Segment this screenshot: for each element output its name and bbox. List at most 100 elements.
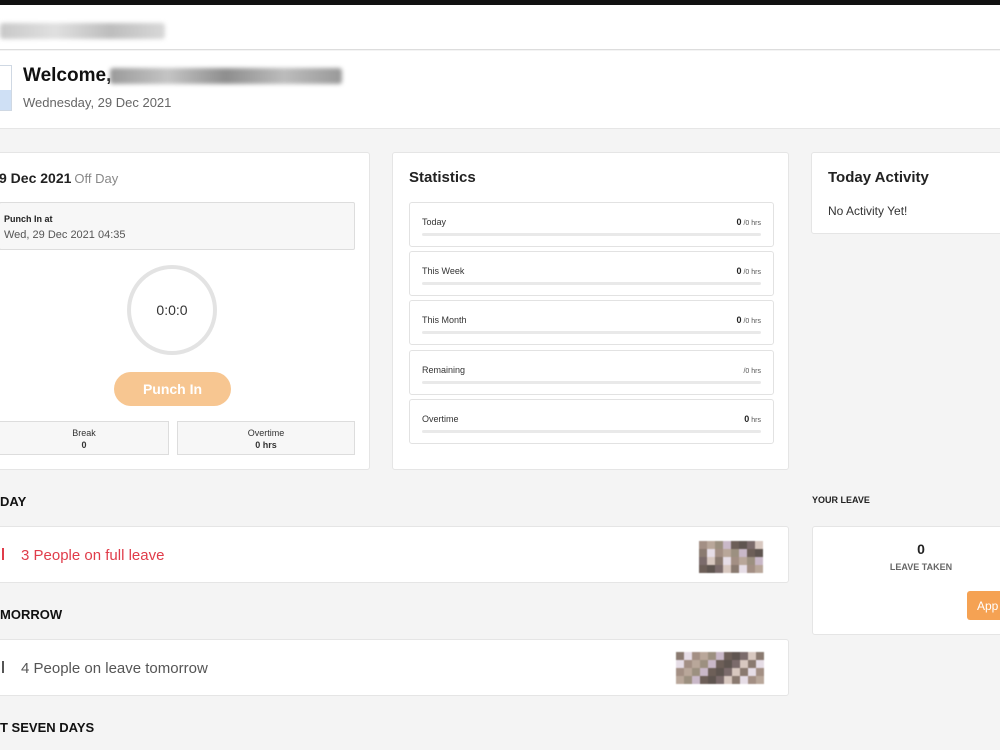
avatar-pixel (756, 652, 764, 660)
avatar-pixel (748, 660, 756, 668)
avatar-pixel (723, 557, 731, 565)
leave-card-tomorrow[interactable]: 4 People on leave tomorrow (0, 639, 789, 696)
stat-progress-bar (422, 430, 761, 433)
stat-label: Today (422, 217, 447, 227)
stat-unit: hrs (751, 417, 761, 424)
avatar-pixel (740, 652, 748, 660)
section-heading-today: DAY (0, 494, 27, 509)
stat-number: 0 (744, 414, 750, 424)
break-value: 0 (81, 440, 87, 450)
avatar-pixel (740, 668, 748, 676)
avatar-pixel (747, 557, 755, 565)
avatar-pixel (748, 652, 756, 660)
avatar-pixel (731, 565, 739, 573)
stat-value: 0/0 hrs (736, 266, 761, 276)
stat-row-week: This Week 0/0 hrs (409, 251, 774, 296)
statistics-card: Statistics Today 0/0 hrs This Week 0/0 h… (392, 152, 789, 470)
avatar-pixel (724, 652, 732, 660)
avatar-pixel (692, 652, 700, 660)
redacted-user-name (110, 68, 342, 84)
avatar-pixel (748, 676, 756, 684)
stat-label: This Week (422, 266, 465, 276)
avatar-pixel (715, 549, 723, 557)
section-heading-next-seven-days: T SEVEN DAYS (0, 720, 95, 735)
avatar-pixel (716, 652, 724, 660)
stat-unit: /0 hrs (743, 318, 761, 325)
overtime-box: Overtime 0 hrs (177, 421, 355, 455)
activity-title: Today Activity (828, 169, 929, 186)
stat-label: Remaining (422, 365, 466, 375)
punch-card: 9 Dec 2021 Off Day Punch In at Wed, 29 De… (0, 152, 370, 470)
avatar-pixel (723, 541, 731, 549)
leave-card-today[interactable]: 3 People on full leave (0, 526, 789, 583)
stat-unit: /0 hrs (743, 368, 761, 375)
avatar-pixel (708, 660, 716, 668)
avatar-pixel (756, 676, 764, 684)
avatar-pixel (684, 660, 692, 668)
stat-label: Overtime (422, 414, 459, 424)
avatar-pixel (684, 676, 692, 684)
statistics-title: Statistics (409, 169, 476, 186)
avatar-pixel (739, 557, 747, 565)
punch-in-info: Punch In at Wed, 29 Dec 2021 04:35 (0, 202, 355, 250)
avatar-pixel (724, 668, 732, 676)
avatar-pixel (684, 668, 692, 676)
punch-in-button[interactable]: Punch In (114, 372, 231, 406)
punch-date: 9 Dec 2021 Off Day (0, 170, 118, 186)
avatar-pixel (732, 652, 740, 660)
stat-number: 0 (736, 315, 742, 325)
avatar-pixel (748, 668, 756, 676)
avatar-pixel (739, 549, 747, 557)
avatar-pixel (715, 557, 723, 565)
calendar-icon (0, 548, 4, 560)
your-leave-card: 0 LEAVE TAKEN App (812, 526, 1000, 635)
avatar-pixel (692, 676, 700, 684)
avatar-pixel (707, 557, 715, 565)
stat-unit: /0 hrs (743, 269, 761, 276)
avatar-pixel (755, 557, 763, 565)
avatar-pixel (732, 660, 740, 668)
leave-today-text: 3 People on full leave (21, 547, 165, 564)
avatar-pixel (699, 549, 707, 557)
stat-value: 0/0 hrs (736, 315, 761, 325)
avatar-pixel (707, 541, 715, 549)
stat-value: 0 hrs (744, 414, 761, 424)
avatar-pixel (723, 565, 731, 573)
avatar-pixel (731, 557, 739, 565)
punch-in-label: Punch In at (4, 214, 53, 224)
break-label: Break (72, 428, 96, 438)
welcome-title: Welcome, (23, 65, 112, 86)
avatar-pixel (716, 676, 724, 684)
activity-empty-text: No Activity Yet! (828, 204, 908, 218)
avatar-pixel (676, 652, 684, 660)
stat-number: 0 (736, 266, 742, 276)
stat-row-today: Today 0/0 hrs (409, 202, 774, 247)
avatar-pixel (755, 565, 763, 573)
stat-unit: /0 hrs (743, 220, 761, 227)
welcome-date: Wednesday, 29 Dec 2021 (23, 95, 172, 110)
stat-number: 0 (736, 217, 742, 227)
avatar-pixel (708, 668, 716, 676)
break-box: Break 0 (0, 421, 169, 455)
avatar[interactable] (0, 65, 12, 111)
avatar-pixel (676, 676, 684, 684)
stat-value: /0 hrs (741, 365, 761, 375)
avatar-pixel (740, 676, 748, 684)
avatar-group[interactable] (676, 652, 764, 684)
avatar-pixel (715, 541, 723, 549)
avatar-pixel (699, 557, 707, 565)
avatar-group[interactable] (699, 541, 763, 573)
stat-progress-bar (422, 233, 761, 236)
avatar-pixel (692, 660, 700, 668)
address-bar[interactable] (0, 5, 1000, 50)
leave-taken-count: 0 (917, 541, 925, 557)
avatar-pixel (707, 549, 715, 557)
leave-tomorrow-text: 4 People on leave tomorrow (21, 660, 208, 677)
avatar-pixel (700, 668, 708, 676)
section-heading-tomorrow: MORROW (0, 607, 63, 622)
avatar-pixel (740, 660, 748, 668)
redacted-url (0, 23, 165, 39)
stat-row-remaining: Remaining /0 hrs (409, 350, 774, 395)
avatar-pixel (684, 652, 692, 660)
apply-leave-button[interactable]: App (967, 591, 1000, 620)
